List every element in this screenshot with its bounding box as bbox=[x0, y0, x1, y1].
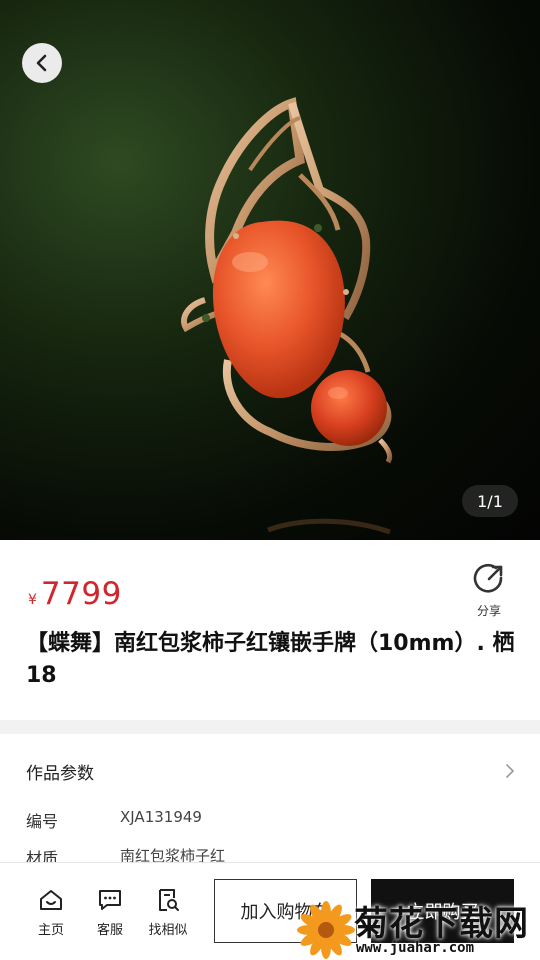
chat-icon bbox=[99, 890, 121, 910]
share-icon bbox=[473, 563, 503, 593]
nav-service[interactable]: 客服 bbox=[85, 888, 135, 938]
chevron-right-icon bbox=[506, 764, 514, 778]
params-header[interactable]: 作品参数 bbox=[26, 758, 516, 784]
find-similar-icon bbox=[159, 889, 179, 911]
image-counter: 1/1 bbox=[462, 485, 518, 517]
share-button[interactable]: 分享 bbox=[466, 562, 512, 619]
params-title: 作品参数 bbox=[26, 763, 94, 784]
back-button[interactable] bbox=[22, 43, 62, 83]
share-label: 分享 bbox=[476, 604, 501, 618]
watermark-text: 菊花下载网 bbox=[354, 904, 529, 944]
nav-home-label: 主页 bbox=[37, 923, 64, 938]
param-value: XJA131949 bbox=[120, 808, 202, 826]
watermark: 菊花下载网 www.juahar.com bbox=[296, 896, 540, 960]
nav-service-label: 客服 bbox=[96, 923, 123, 938]
param-row-code: 编号 XJA131949 bbox=[26, 808, 516, 832]
flower-logo-icon bbox=[297, 901, 355, 959]
home-icon bbox=[40, 890, 62, 910]
chevron-left-icon bbox=[36, 54, 47, 72]
nav-similar[interactable]: 找相似 bbox=[143, 888, 193, 938]
section-divider bbox=[0, 720, 540, 734]
currency-symbol: ¥ bbox=[28, 592, 37, 608]
param-key: 编号 bbox=[26, 812, 59, 831]
product-image[interactable]: 1/1 bbox=[0, 0, 540, 540]
product-title: 【蝶舞】南红包浆柿子红镶嵌手牌（10mm）. 栖18 bbox=[26, 631, 515, 688]
butterfly-pendant-illustration bbox=[181, 97, 393, 535]
price: ¥ 7799 bbox=[28, 576, 122, 612]
watermark-url: www.juahar.com bbox=[356, 940, 475, 956]
nav-home[interactable]: 主页 bbox=[26, 888, 76, 938]
nav-similar-label: 找相似 bbox=[148, 923, 188, 938]
price-amount: 7799 bbox=[40, 576, 122, 612]
